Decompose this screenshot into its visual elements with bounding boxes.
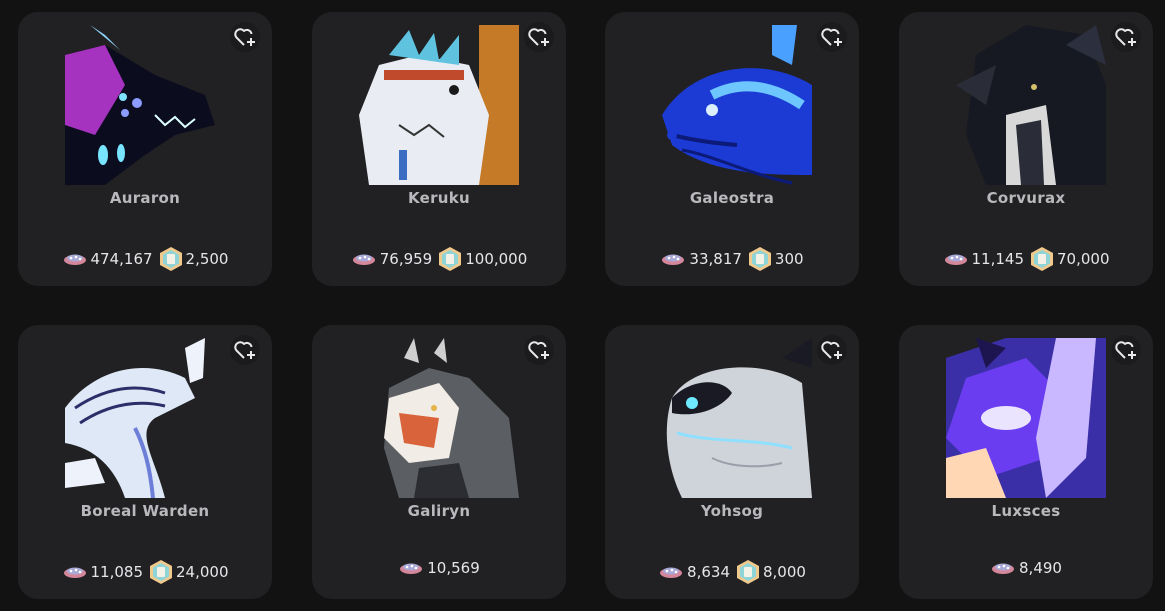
value-amount: 8,490 <box>1019 559 1062 577</box>
pet-name: Keruku <box>407 189 471 207</box>
favorite-heart-plus-icon[interactable] <box>524 22 554 52</box>
favorite-heart-plus-icon[interactable] <box>524 335 554 365</box>
value-amount: 10,569 <box>427 559 480 577</box>
value-gem-icon <box>63 254 86 265</box>
pet-card[interactable]: Keruku 76,959 100,000 <box>312 12 566 286</box>
value-gem-icon <box>944 254 967 265</box>
pet-card[interactable]: Galeostra 33,817 300 <box>605 12 859 286</box>
favorite-heart-plus-icon[interactable] <box>1111 335 1141 365</box>
pet-card[interactable]: Auraron 474,167 2,500 <box>18 12 272 286</box>
token-shield-icon <box>159 247 182 271</box>
pet-name: Galeostra <box>689 189 775 207</box>
pet-portrait <box>65 25 225 185</box>
cost-amount: 70,000 <box>1057 250 1110 268</box>
token-shield-icon <box>748 247 771 271</box>
pet-name: Auraron <box>109 189 181 207</box>
token-shield-icon <box>150 560 172 584</box>
value-gem-icon <box>400 563 423 574</box>
pet-card[interactable]: Galiryn 10,569 <box>312 325 566 599</box>
value-gem-icon <box>662 254 685 265</box>
price-row: 8,490 <box>899 559 1153 577</box>
favorite-heart-plus-icon[interactable] <box>230 22 260 52</box>
pet-portrait <box>359 25 519 185</box>
pet-name: Corvurax <box>986 189 1066 207</box>
price-row: 10,569 <box>312 559 566 577</box>
favorite-heart-plus-icon[interactable] <box>817 335 847 365</box>
pet-name: Boreal Warden <box>80 502 210 520</box>
price-row: 474,167 2,500 <box>18 246 272 272</box>
favorite-heart-plus-icon[interactable] <box>230 335 260 365</box>
pet-name: Luxsces <box>991 502 1061 520</box>
value-amount: 11,145 <box>971 250 1025 268</box>
pet-name: Galiryn <box>407 502 471 520</box>
value-gem-icon <box>992 563 1015 574</box>
cost-amount: 100,000 <box>465 250 528 268</box>
cost-amount: 300 <box>774 250 804 268</box>
pet-portrait <box>652 338 812 498</box>
price-row: 11,085 24,000 <box>18 559 272 585</box>
pet-card[interactable]: Luxsces 8,490 <box>899 325 1153 599</box>
value-amount: 76,959 <box>379 250 433 268</box>
value-gem-icon <box>63 567 86 578</box>
token-shield-icon <box>439 247 462 271</box>
favorite-heart-plus-icon[interactable] <box>817 22 847 52</box>
pet-portrait <box>65 338 225 498</box>
cost-amount: 24,000 <box>176 563 229 581</box>
pet-portrait <box>359 338 519 498</box>
pet-portrait <box>946 25 1106 185</box>
token-shield-icon <box>737 560 759 584</box>
price-row: 33,817 300 <box>605 246 859 272</box>
favorite-heart-plus-icon[interactable] <box>1111 22 1141 52</box>
price-row: 76,959 100,000 <box>312 246 566 272</box>
pet-card[interactable]: Corvurax 11,145 70,000 <box>899 12 1153 286</box>
pet-card[interactable]: Boreal Warden 11,085 24,000 <box>18 325 272 599</box>
value-gem-icon <box>352 254 375 265</box>
price-row: 8,634 8,000 <box>605 559 859 585</box>
value-amount: 474,167 <box>90 250 153 268</box>
cost-amount: 8,000 <box>763 563 806 581</box>
token-shield-icon <box>1031 247 1053 271</box>
pet-portrait <box>946 338 1106 498</box>
pet-portrait <box>652 25 812 185</box>
value-amount: 33,817 <box>689 250 742 268</box>
cost-amount: 2,500 <box>185 250 229 268</box>
value-amount: 8,634 <box>687 563 730 581</box>
value-amount: 11,085 <box>90 563 144 581</box>
pet-name: Yohsog <box>700 502 764 520</box>
pet-card[interactable]: Yohsog 8,634 8,000 <box>605 325 859 599</box>
value-gem-icon <box>660 567 683 578</box>
price-row: 11,145 70,000 <box>899 246 1153 272</box>
